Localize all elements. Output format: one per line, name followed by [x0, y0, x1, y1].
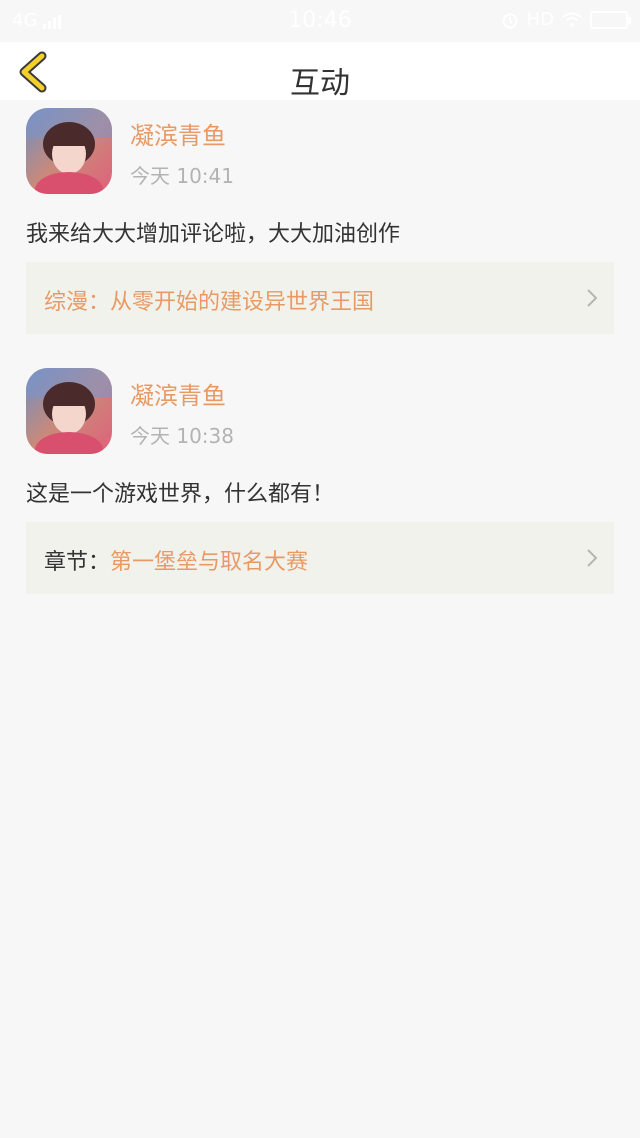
link-text: 综漫：从零开始的建设异世界王国 — [44, 284, 374, 316]
related-chapter-link[interactable]: 章节：第一堡垒与取名大赛 — [26, 522, 614, 594]
page-title: 互动 — [290, 66, 350, 101]
avatar[interactable] — [26, 108, 112, 194]
nav-bar: 互动 — [0, 42, 640, 101]
comment-text: 我来给大大增加评论啦，大大加油创作 — [26, 222, 401, 247]
battery-icon — [590, 10, 631, 29]
avatar-image — [26, 108, 112, 194]
hd-label: HD — [526, 9, 554, 30]
link-title: 第一堡垒与取名大赛 — [110, 550, 309, 575]
avatar[interactable] — [26, 368, 112, 454]
wifi-icon — [562, 12, 582, 27]
chevron-right-icon — [587, 549, 598, 567]
timestamp: 今天 10:38 — [130, 424, 234, 448]
avatar-image — [26, 368, 112, 454]
link-prefix: 综漫： — [44, 290, 111, 315]
timestamp: 今天 10:41 — [130, 164, 234, 188]
link-prefix: 章节： — [44, 550, 111, 575]
status-right: HD — [501, 9, 631, 30]
status-bar: 4G 10:46 HD — [0, 0, 640, 42]
alarm-icon — [502, 13, 518, 28]
chevron-right-icon — [587, 289, 598, 307]
comment-text: 这是一个游戏世界，什么都有！ — [26, 482, 335, 507]
link-text: 章节：第一堡垒与取名大赛 — [44, 544, 308, 576]
username[interactable]: 凝滨青鱼 — [130, 376, 226, 411]
related-work-link[interactable]: 综漫：从零开始的建设异世界王国 — [26, 262, 614, 334]
username[interactable]: 凝滨青鱼 — [130, 116, 226, 151]
link-title: 从零开始的建设异世界王国 — [110, 290, 375, 315]
